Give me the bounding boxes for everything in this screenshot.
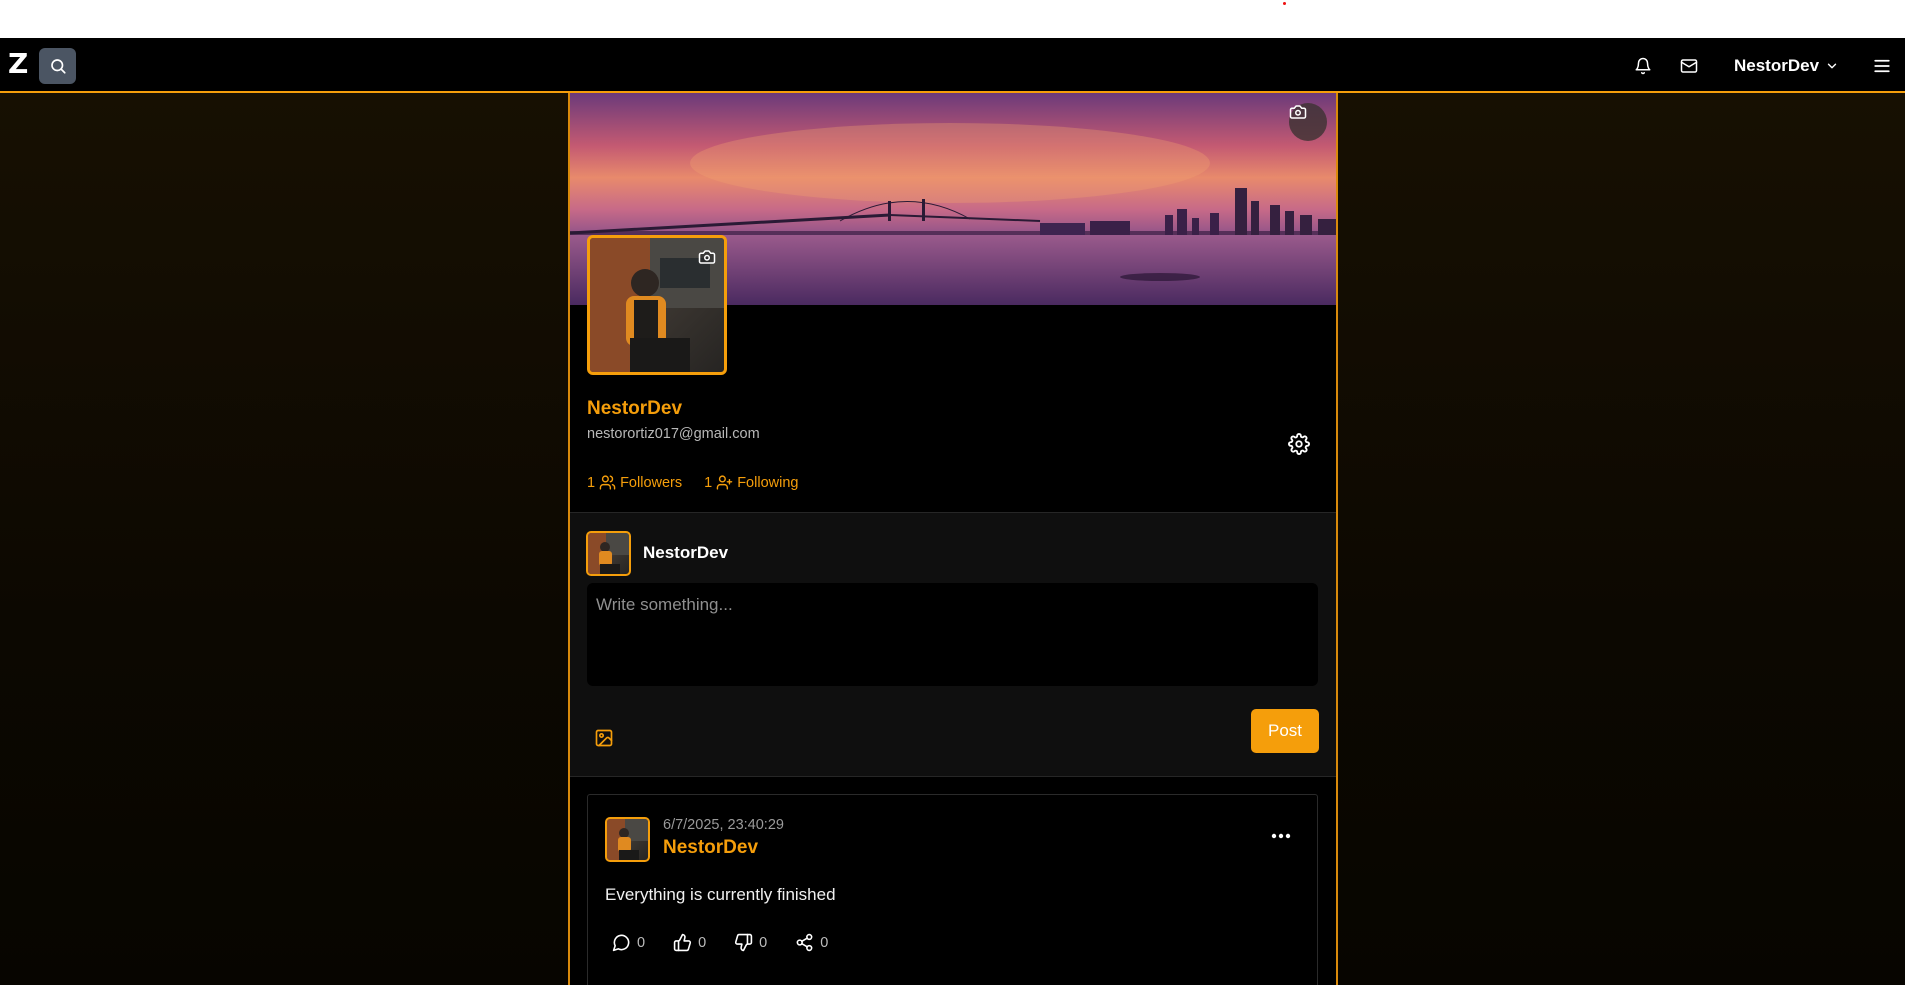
profile-email: nestorortiz017@gmail.com xyxy=(587,426,760,442)
search-icon xyxy=(50,59,66,74)
composer-author: NestorDev xyxy=(643,543,729,562)
post-author-name[interactable]: NestorDev xyxy=(663,837,758,859)
share-count: 0 xyxy=(820,934,829,951)
user-menu-button[interactable]: NestorDev xyxy=(1734,55,1839,77)
profile-avatar xyxy=(587,235,727,375)
change-banner-button[interactable] xyxy=(1289,103,1327,141)
bell-icon xyxy=(1635,57,1651,75)
user-menu-name: NestorDev xyxy=(1734,56,1820,75)
messages-button[interactable] xyxy=(1678,55,1700,77)
image-icon xyxy=(595,729,613,747)
notifications-button[interactable] xyxy=(1632,55,1654,77)
hamburger-menu-button[interactable] xyxy=(1870,55,1894,77)
menu-icon xyxy=(1874,59,1890,73)
gear-icon xyxy=(1288,433,1310,455)
share-button[interactable]: 0 xyxy=(795,933,828,952)
search-button[interactable] xyxy=(39,48,76,84)
comment-icon xyxy=(612,934,630,952)
followers-label: Followers xyxy=(620,474,683,491)
comment-button[interactable]: 0 xyxy=(612,933,645,952)
profile-column: NestorDev nestorortiz017@gmail.com 1 Fol… xyxy=(568,93,1338,985)
post-author-avatar[interactable] xyxy=(605,817,650,862)
post-composer: NestorDev Post xyxy=(570,512,1336,777)
camera-icon xyxy=(1289,105,1307,119)
followers-count: 1 xyxy=(587,474,596,491)
post-text-input[interactable] xyxy=(587,583,1318,686)
top-navbar: Z NestorDev xyxy=(0,38,1905,93)
composer-avatar-photo xyxy=(588,533,629,574)
comment-count: 0 xyxy=(637,934,646,951)
post-options-button[interactable] xyxy=(1271,827,1291,845)
like-button[interactable]: 0 xyxy=(673,933,706,952)
share-icon xyxy=(796,933,813,952)
mail-icon xyxy=(1680,59,1698,73)
change-avatar-button[interactable] xyxy=(698,248,716,271)
add-image-button[interactable] xyxy=(594,728,614,753)
following-count: 1 xyxy=(704,474,713,491)
following-label: Following xyxy=(737,474,799,491)
user-plus-icon xyxy=(716,475,733,490)
post-button[interactable]: Post xyxy=(1251,709,1319,753)
dislike-button[interactable]: 0 xyxy=(734,933,767,952)
followers-link[interactable]: 1 Followers xyxy=(587,474,682,491)
thumbs-down-icon xyxy=(735,933,753,952)
profile-name: NestorDev xyxy=(587,398,683,419)
camera-icon xyxy=(698,250,716,264)
dislike-count: 0 xyxy=(759,934,768,951)
browser-top-strip xyxy=(0,0,1905,38)
post-body: Everything is currently finished xyxy=(605,885,836,904)
users-icon xyxy=(599,475,616,490)
post-timestamp: 6/7/2025, 23:40:29 xyxy=(663,817,784,833)
composer-avatar xyxy=(586,531,631,576)
post-avatar-photo xyxy=(607,819,648,860)
like-count: 0 xyxy=(698,934,707,951)
chevron-down-icon xyxy=(1827,63,1837,69)
profile-settings-button[interactable] xyxy=(1288,433,1310,460)
post-actions: 0 0 0 0 xyxy=(612,933,828,952)
post-card: 6/7/2025, 23:40:29 NestorDev Everything … xyxy=(587,794,1318,985)
following-link[interactable]: 1 Following xyxy=(704,474,798,491)
indicator-dot xyxy=(1283,2,1286,5)
follow-stats: 1 Followers 1 Following xyxy=(587,474,798,491)
thumbs-up-icon xyxy=(673,933,692,952)
app-logo[interactable]: Z xyxy=(8,50,32,78)
more-icon xyxy=(1271,833,1291,839)
